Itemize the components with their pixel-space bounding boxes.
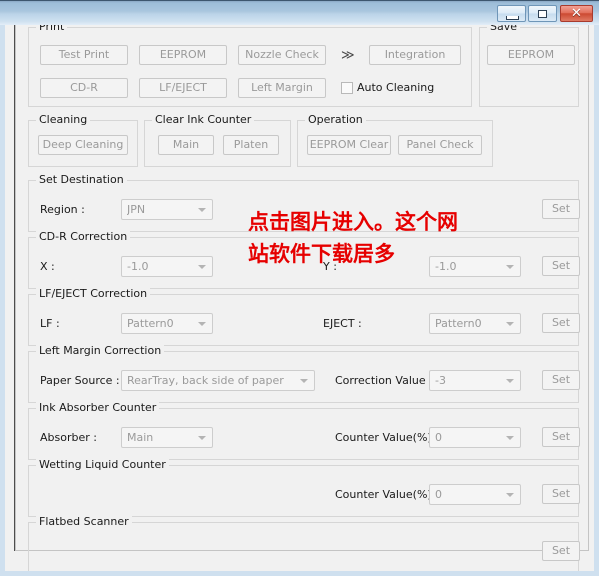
chevron-down-icon (506, 265, 514, 269)
deep-cleaning-button[interactable]: Deep Cleaning (38, 135, 128, 155)
chevron-down-icon (506, 493, 514, 497)
absorber-label: Absorber : (40, 431, 97, 444)
cdr-y-select-value: -1.0 (435, 260, 457, 273)
lf-select[interactable]: Pattern0 (121, 313, 213, 334)
region-label: Region : (40, 203, 85, 216)
title-bar-spacer (0, 1, 6, 26)
close-button[interactable]: ✕ (560, 5, 593, 22)
minimize-icon (506, 16, 519, 20)
test-print-button[interactable]: Test Print (40, 45, 128, 65)
integration-button[interactable]: Integration (369, 45, 461, 65)
left-margin-correction-group: Left Margin Correction Paper Source : Re… (28, 345, 580, 403)
paper-source-select[interactable]: RearTray, back side of paper (121, 370, 315, 391)
operation-group: Operation EEPROM Clear Panel Check (297, 114, 493, 167)
ink-absorber-counter-group-title: Ink Absorber Counter (36, 402, 160, 414)
chevron-down-icon (198, 265, 206, 269)
cdr-correction-set-button[interactable]: Set (542, 256, 580, 276)
clear-ink-counter-group: Clear Ink Counter Main Platen (144, 114, 291, 167)
wetting-liquid-counter-group-title: Wetting Liquid Counter (36, 459, 169, 471)
lf-label: LF : (40, 317, 60, 330)
chevron-down-icon (300, 379, 308, 383)
print-group: Print Test Print EEPROM Nozzle Check CD-… (28, 25, 472, 107)
service-tool-panel: Print Test Print EEPROM Nozzle Check CD-… (15, 25, 589, 571)
chevron-down-icon (506, 436, 514, 440)
operation-group-title: Operation (305, 114, 366, 126)
lf-eject-button[interactable]: LF/EJECT (139, 78, 227, 98)
eject-select-value: Pattern0 (435, 317, 482, 330)
correction-value-select-value: -3 (435, 374, 446, 387)
cdr-x-select[interactable]: -1.0 (121, 256, 213, 277)
wetting-liquid-counter-value-select-value: 0 (435, 488, 442, 501)
maximize-icon (538, 10, 547, 18)
absorber-select-value: Main (127, 431, 154, 444)
client-inner: Print Test Print EEPROM Nozzle Check CD-… (5, 25, 594, 571)
chevron-down-icon (198, 322, 206, 326)
ink-absorber-counter-value-select-value: 0 (435, 431, 442, 444)
ink-absorber-counter-group: Ink Absorber Counter Absorber : Main Cou… (28, 402, 580, 460)
minimize-button[interactable] (497, 5, 526, 22)
ink-absorber-counter-set-button[interactable]: Set (542, 427, 580, 447)
eject-label: EJECT : (323, 317, 362, 330)
set-destination-group-title: Set Destination (36, 174, 127, 186)
clear-ink-platen-button[interactable]: Platen (223, 135, 279, 155)
flatbed-scanner-set-button[interactable]: Set (542, 541, 580, 561)
auto-cleaning-checkbox-box[interactable] (341, 82, 353, 94)
cleaning-group-title: Cleaning (36, 114, 91, 126)
flatbed-scanner-group-title: Flatbed Scanner (36, 516, 132, 528)
wetting-liquid-counter-set-button[interactable]: Set (542, 484, 580, 504)
application-window: ✕ Print Test Print EEPROM Nozzle Check C… (0, 0, 599, 576)
chevron-down-icon (506, 322, 514, 326)
print-eeprom-button[interactable]: EEPROM (139, 45, 227, 65)
paper-source-select-value: RearTray, back side of paper (127, 374, 284, 387)
flatbed-scanner-group: Flatbed Scanner Set (28, 516, 580, 571)
nozzle-check-button[interactable]: Nozzle Check (238, 45, 326, 65)
set-destination-group: Set Destination Region : JPN Set (28, 174, 580, 232)
title-bar: ✕ (0, 0, 599, 25)
left-margin-correction-set-button[interactable]: Set (542, 370, 580, 390)
lf-eject-correction-group-title: LF/EJECT Correction (36, 288, 151, 300)
auto-cleaning-label: Auto Cleaning (357, 81, 435, 94)
lf-select-value: Pattern0 (127, 317, 174, 330)
close-icon: ✕ (571, 6, 582, 21)
save-group-title: Save (487, 25, 521, 33)
cdr-y-label: Y : (323, 260, 337, 273)
save-eeprom-button[interactable]: EEPROM (487, 45, 575, 65)
cdr-correction-group-title: CD-R Correction (36, 231, 131, 243)
eject-select[interactable]: Pattern0 (429, 313, 521, 334)
lf-eject-correction-group: LF/EJECT Correction LF : Pattern0 EJECT … (28, 288, 580, 346)
save-group: Save EEPROM (479, 25, 579, 107)
cdr-x-select-value: -1.0 (127, 260, 149, 273)
clear-ink-main-button[interactable]: Main (158, 135, 214, 155)
print-group-title: Print (36, 25, 68, 33)
wetting-liquid-counter-value-select[interactable]: 0 (429, 484, 521, 505)
ink-absorber-counter-value-select[interactable]: 0 (429, 427, 521, 448)
clear-ink-counter-group-title: Clear Ink Counter (152, 114, 255, 126)
chevron-down-icon (506, 379, 514, 383)
region-select-value: JPN (127, 203, 146, 216)
panel-check-button[interactable]: Panel Check (398, 135, 482, 155)
cleaning-group: Cleaning Deep Cleaning (28, 114, 138, 167)
cdr-y-select[interactable]: -1.0 (429, 256, 521, 277)
correction-value-label: Correction Value : (335, 374, 433, 387)
cd-r-button[interactable]: CD-R (40, 78, 128, 98)
set-destination-set-button[interactable]: Set (542, 199, 580, 219)
lf-eject-correction-set-button[interactable]: Set (542, 313, 580, 333)
window-client-area: Print Test Print EEPROM Nozzle Check CD-… (0, 25, 599, 576)
absorber-select[interactable]: Main (121, 427, 213, 448)
cdr-correction-group: CD-R Correction X : -1.0 Y : -1.0 Set (28, 231, 580, 289)
wetting-liquid-counter-group: Wetting Liquid Counter Counter Value(%) … (28, 459, 580, 517)
correction-value-select[interactable]: -3 (429, 370, 521, 391)
cdr-x-label: X : (40, 260, 55, 273)
left-margin-button[interactable]: Left Margin (238, 78, 326, 98)
eeprom-clear-button[interactable]: EEPROM Clear (307, 135, 391, 155)
chevron-double-right-icon: ≫ (341, 48, 355, 63)
wetting-liquid-counter-value-label: Counter Value(%) : (335, 488, 439, 501)
maximize-button[interactable] (528, 5, 557, 22)
ink-absorber-counter-value-label: Counter Value(%) : (335, 431, 439, 444)
region-select[interactable]: JPN (121, 199, 213, 220)
left-margin-correction-group-title: Left Margin Correction (36, 345, 165, 357)
chevron-down-icon (198, 436, 206, 440)
paper-source-label: Paper Source : (40, 374, 120, 387)
chevron-down-icon (198, 208, 206, 212)
